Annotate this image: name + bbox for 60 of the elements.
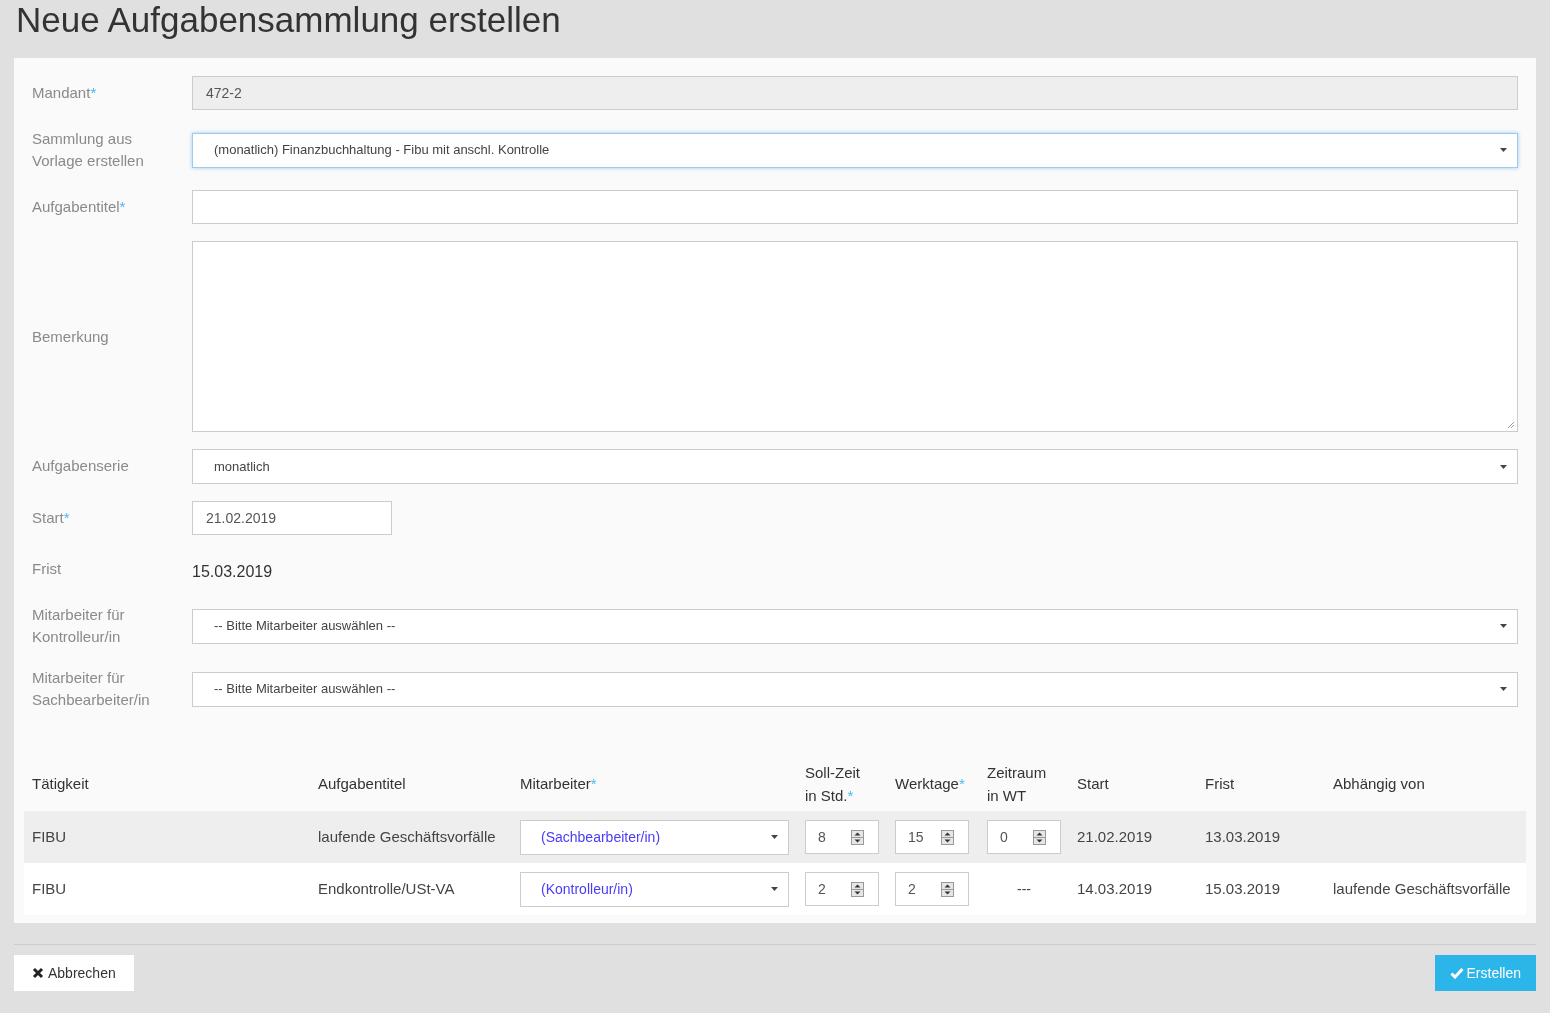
table-cell-text: 13.03.2019 — [1205, 826, 1281, 847]
spinner-arrows-icon[interactable] — [941, 881, 954, 897]
table-cell-text: Endkontrolle/USt-VA — [318, 878, 455, 899]
field-label: Mandant* — [32, 83, 98, 103]
readonly-field: 472-2 — [192, 76, 1518, 110]
table-cell-text: 15.03.2019 — [1205, 878, 1281, 899]
spinner-arrows-icon[interactable] — [851, 829, 864, 845]
caret-icon — [1500, 148, 1507, 152]
table-cell-text: FIBU — [32, 878, 67, 899]
spinner-arrows-icon[interactable] — [851, 881, 864, 897]
text-input[interactable] — [192, 190, 1518, 224]
column-header: Zeitraum in WT — [987, 762, 1048, 806]
field-label: Aufgabenserie — [32, 456, 130, 476]
caret-icon — [771, 835, 778, 839]
table-cell-text: --- — [1016, 879, 1032, 899]
column-header: Start — [1077, 774, 1110, 794]
column-header: Aufgabentitel — [318, 774, 407, 794]
caret-icon — [1500, 464, 1507, 469]
spinner-arrows-icon[interactable] — [1033, 829, 1046, 845]
column-header: Werktage* — [895, 774, 966, 794]
field-label: Aufgabentitel* — [32, 197, 127, 217]
field-label: Frist — [32, 559, 63, 579]
check-icon — [1449, 967, 1464, 979]
field-label: Start* — [32, 508, 71, 528]
select-dropdown[interactable]: (Kontrolleur/in) — [520, 871, 789, 907]
select-dropdown[interactable]: -- Bitte Mitarbeiter auswählen -- — [192, 671, 1518, 707]
table-cell-text: 21.02.2019 — [1077, 826, 1153, 847]
number-input[interactable]: 2 — [805, 872, 879, 906]
table-cell-text: laufende Geschäftsvorfälle — [318, 826, 496, 847]
column-header: Frist — [1205, 774, 1236, 794]
close-icon — [32, 967, 44, 979]
field-label: Bemerkung — [32, 326, 110, 347]
spinner-arrows-icon[interactable] — [941, 829, 954, 845]
field-label: Mitarbeiter für Kontrolleur/in — [32, 605, 126, 647]
caret-icon — [771, 887, 778, 891]
column-header: Tätigkeit — [32, 774, 90, 794]
select-dropdown[interactable]: (monatlich) Finanzbuchhaltung - Fibu mit anschl. Kontrolle — [192, 132, 1518, 168]
field-label: Mitarbeiter für Sachbearbeiter/in — [32, 668, 151, 710]
column-header: Abhängig von — [1333, 774, 1426, 794]
number-input[interactable]: 8 — [805, 820, 879, 854]
table-cell-text: FIBU — [32, 826, 67, 847]
caret-icon — [1500, 624, 1507, 628]
field-label: Sammlung aus Vorlage erstellen — [32, 129, 145, 171]
field-value: 15.03.2019 — [192, 562, 273, 582]
page-title: Neue Aufgabensammlung erstellen — [15, 0, 562, 41]
select-dropdown[interactable]: (Sachbearbeiter/in) — [520, 819, 789, 855]
date-input[interactable]: 21.02.2019 — [192, 501, 392, 535]
resize-grip-icon[interactable] — [1507, 421, 1515, 429]
caret-icon — [1500, 687, 1507, 691]
number-input[interactable]: 2 — [895, 872, 969, 906]
table-cell-text: laufende Geschäftsvorfälle — [1333, 878, 1511, 899]
table-cell-text: 14.03.2019 — [1077, 878, 1153, 899]
select-dropdown[interactable]: -- Bitte Mitarbeiter auswählen -- — [192, 608, 1518, 644]
column-header: Soll-Zeit in Std.* — [805, 762, 861, 806]
textarea-input[interactable] — [192, 241, 1518, 432]
cancel-button[interactable]: Abbrechen — [14, 955, 134, 991]
number-input[interactable]: 15 — [895, 820, 969, 854]
column-header: Mitarbeiter* — [520, 774, 598, 794]
number-input[interactable]: 0 — [987, 820, 1061, 854]
select-dropdown[interactable]: monatlich — [192, 449, 1518, 484]
